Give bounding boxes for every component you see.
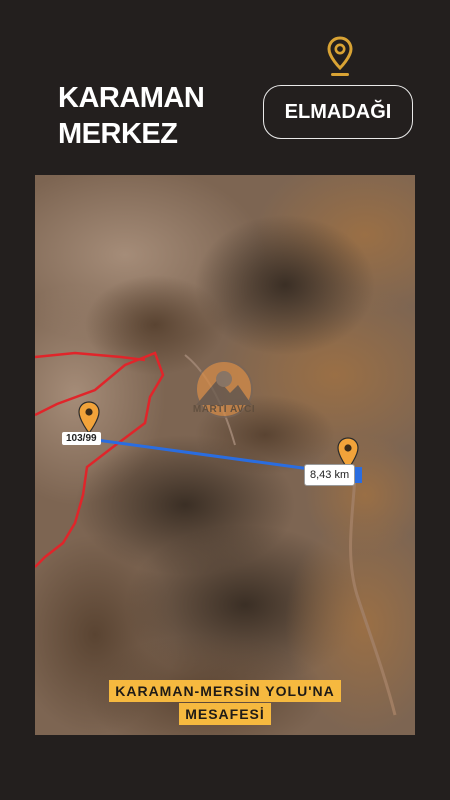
watermark-text: MARTI AVCI (192, 404, 256, 415)
location-button[interactable]: ELMADAĞI (263, 85, 413, 139)
map-caption: KARAMAN-MERSİN YOLU'NA MESAFESİ (35, 680, 415, 725)
location-pin-icon (327, 36, 353, 76)
distance-label: 8,43 km (304, 464, 356, 486)
caption-line-1: KARAMAN-MERSİN YOLU'NA (109, 680, 341, 702)
satellite-map[interactable]: MARTI AVCI 103/99 8,43 km KARAMAN-MERSİN… (35, 175, 415, 735)
plot-number-label: 103/99 (62, 432, 101, 445)
caption-line-2: MESAFESİ (179, 703, 271, 725)
watermark-logo: MARTI AVCI (178, 357, 270, 431)
page-title: KARAMAN MERKEZ (58, 80, 205, 152)
location-button-label: ELMADAĞI (284, 100, 392, 123)
title-line-1: KARAMAN (58, 82, 205, 114)
title-line-2: MERKEZ (58, 118, 178, 150)
plot-marker-icon[interactable] (78, 401, 100, 435)
